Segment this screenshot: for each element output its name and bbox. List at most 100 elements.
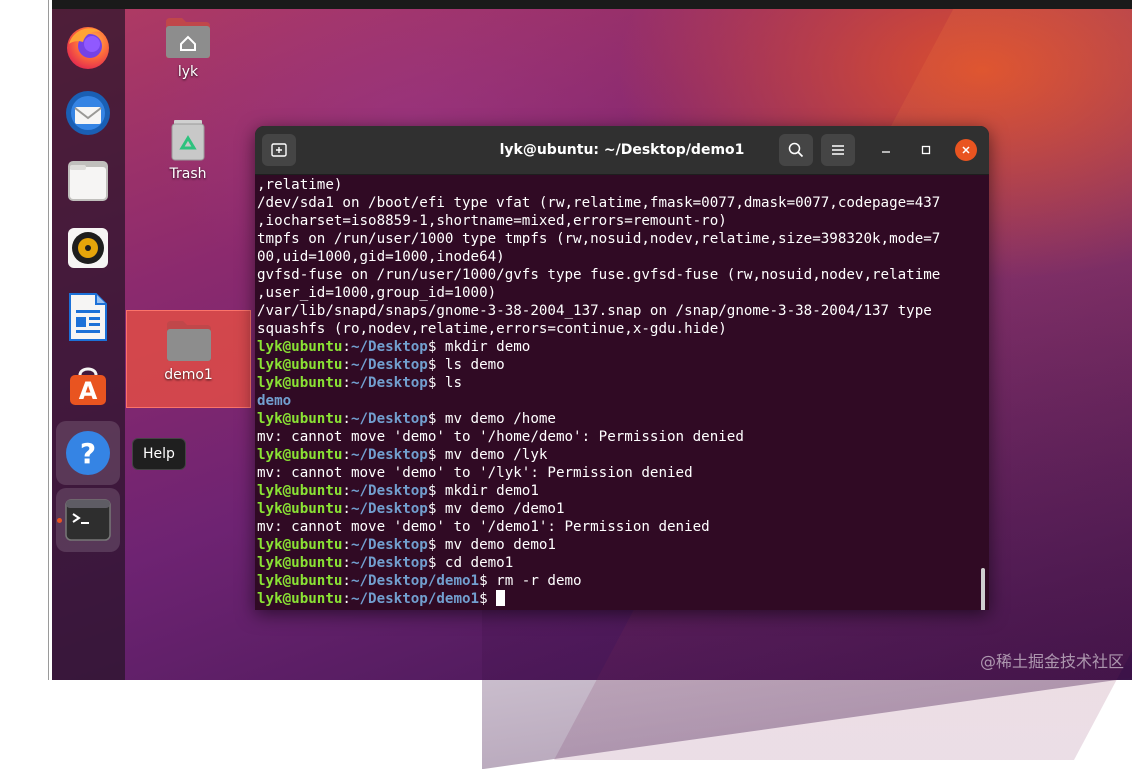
command-text: ls demo: [436, 357, 505, 373]
help-icon: ?: [66, 431, 110, 475]
prompt-path: ~/Desktop: [350, 357, 428, 373]
svg-text:A: A: [79, 377, 98, 405]
output-text: squashfs (ro,nodev,relatime,errors=conti…: [257, 321, 727, 337]
terminal-line: lyk@ubuntu:~/Desktop$ mv demo demo1: [257, 536, 940, 554]
command-text: mkdir demo1: [436, 483, 539, 499]
dock-item-ubuntu-software[interactable]: A: [56, 353, 120, 417]
command-text: mkdir demo: [436, 339, 531, 355]
command-text: [488, 591, 497, 607]
trash-icon: [171, 120, 205, 161]
terminal-window[interactable]: lyk@ubuntu: ~/Desktop/demo1 ,relatime) /…: [255, 126, 989, 610]
prompt-colon: :: [342, 501, 351, 517]
dock-item-firefox[interactable]: [56, 15, 120, 79]
host-window-strip: [0, 0, 53, 680]
prompt-user: lyk@ubuntu: [257, 501, 343, 517]
writer-document-icon: [69, 293, 107, 341]
command-text: cd demo1: [436, 555, 514, 571]
prompt-path: ~/Desktop: [350, 411, 428, 427]
directory-listing: demo: [257, 393, 292, 409]
desktop-icon-trash-label: Trash: [169, 166, 207, 182]
terminal-line: lyk@ubuntu:~/Desktop$ mkdir demo1: [257, 482, 940, 500]
terminal-cursor: [496, 590, 506, 606]
prompt-colon: :: [342, 555, 351, 571]
output-text: mv: cannot move 'demo' to '/demo1': Perm…: [257, 519, 710, 535]
dock-item-terminal[interactable]: [56, 488, 120, 552]
terminal-line: lyk@ubuntu:~/Desktop$ mv demo /home: [257, 410, 940, 428]
command-text: rm -r demo: [487, 573, 582, 589]
maximize-icon: [921, 145, 931, 155]
dock-item-thunderbird[interactable]: [56, 81, 120, 145]
desktop-icon-home[interactable]: lyk: [126, 14, 250, 80]
help-tooltip: Help: [132, 438, 186, 470]
watermark: @稀土掘金技术社区: [979, 652, 1124, 671]
minimize-button[interactable]: [875, 139, 897, 161]
desktop-icon-demo1-folder[interactable]: demo1: [126, 310, 251, 408]
folder-icon: [166, 321, 211, 361]
prompt-path: ~/Desktop: [350, 447, 428, 463]
desktop-icon-demo1-label: demo1: [164, 367, 213, 383]
prompt-colon: :: [342, 447, 351, 463]
terminal-line: lyk@ubuntu:~/Desktop/demo1$: [257, 590, 940, 608]
terminal-scrollbar[interactable]: [981, 568, 985, 610]
terminal-line: lyk@ubuntu:~/Desktop$ mv demo /demo1: [257, 500, 940, 518]
dock-item-rhythmbox[interactable]: [56, 216, 120, 280]
home-folder-icon: [166, 18, 210, 58]
desktop-icon-trash[interactable]: Trash: [126, 116, 250, 182]
desktop-icon-home-label: lyk: [177, 64, 199, 80]
prompt-dollar: $: [479, 591, 488, 607]
terminal-line: ,user_id=1000,group_id=1000): [257, 284, 940, 302]
search-button[interactable]: [779, 134, 813, 166]
command-text: mv demo /demo1: [436, 501, 565, 517]
output-text: /dev/sda1 on /boot/efi type vfat (rw,rel…: [257, 195, 941, 211]
prompt-user: lyk@ubuntu: [257, 357, 343, 373]
files-icon: [68, 161, 108, 201]
dock-item-files[interactable]: [56, 149, 120, 213]
prompt-path: ~/Desktop: [350, 537, 428, 553]
output-text: tmpfs on /run/user/1000 type tmpfs (rw,n…: [257, 231, 941, 247]
terminal-output-area[interactable]: ,relatime) /dev/sda1 on /boot/efi type vf…: [255, 174, 989, 610]
firefox-icon: [67, 27, 109, 69]
terminal-headerbar[interactable]: lyk@ubuntu: ~/Desktop/demo1: [255, 126, 989, 175]
command-text: mv demo /lyk: [436, 447, 548, 463]
prompt-path: ~/Desktop: [350, 339, 428, 355]
terminal-lines: ,relatime) /dev/sda1 on /boot/efi type vf…: [257, 176, 940, 608]
top-bar: [52, 0, 1132, 9]
maximize-button[interactable]: [915, 139, 937, 161]
dock-item-help[interactable]: ?: [56, 421, 120, 485]
terminal-line: /var/lib/snapd/snaps/gnome-3-38-2004_137…: [257, 302, 940, 320]
prompt-colon: :: [342, 483, 351, 499]
prompt-path: ~/Desktop/demo1: [350, 591, 480, 607]
close-button[interactable]: [955, 139, 977, 161]
output-text: gvfsd-fuse on /run/user/1000/gvfs type f…: [257, 267, 941, 283]
dock-item-libreoffice-writer[interactable]: [56, 285, 120, 349]
terminal-line: gvfsd-fuse on /run/user/1000/gvfs type f…: [257, 266, 940, 284]
terminal-title: lyk@ubuntu: ~/Desktop/demo1: [499, 142, 745, 158]
menu-button[interactable]: [821, 134, 855, 166]
terminal-line: squashfs (ro,nodev,relatime,errors=conti…: [257, 320, 940, 338]
running-indicator-dot: [57, 518, 62, 523]
output-text: mv: cannot move 'demo' to '/home/demo': …: [257, 429, 744, 445]
prompt-user: lyk@ubuntu: [257, 591, 343, 607]
prompt-user: lyk@ubuntu: [257, 375, 343, 391]
prompt-colon: :: [342, 573, 351, 589]
command-text: mv demo demo1: [436, 537, 556, 553]
prompt-path: ~/Desktop: [350, 375, 428, 391]
terminal-icon: [65, 499, 111, 541]
prompt-colon: :: [342, 411, 351, 427]
dock: A ?: [52, 9, 125, 680]
terminal-line: ,iocharset=iso8859-1,shortname=mixed,err…: [257, 212, 940, 230]
terminal-line: lyk@ubuntu:~/Desktop/demo1$ rm -r demo: [257, 572, 940, 590]
prompt-dollar: $: [479, 573, 488, 589]
terminal-line: lyk@ubuntu:~/Desktop$ mkdir demo: [257, 338, 940, 356]
prompt-user: lyk@ubuntu: [257, 537, 343, 553]
terminal-line: mv: cannot move 'demo' to '/lyk': Permis…: [257, 464, 940, 482]
prompt-user: lyk@ubuntu: [257, 339, 343, 355]
terminal-line: ,relatime): [257, 176, 940, 194]
command-text: mv demo /home: [436, 411, 556, 427]
new-tab-button[interactable]: [262, 134, 296, 166]
output-text: ,iocharset=iso8859-1,shortname=mixed,err…: [257, 213, 727, 229]
command-text: ls: [436, 375, 463, 391]
output-text: ,relatime): [257, 177, 343, 193]
thunderbird-icon: [66, 91, 110, 135]
output-text: mv: cannot move 'demo' to '/lyk': Permis…: [257, 465, 693, 481]
